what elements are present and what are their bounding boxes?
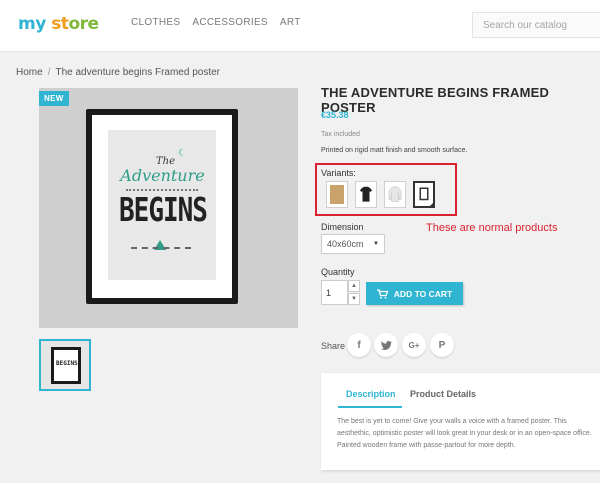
quantity-input[interactable] [321,280,348,305]
poster-stripes [131,247,191,249]
poster-text-begins: BEGINS [119,192,208,230]
quantity-increase-button[interactable]: ▲ [348,280,360,292]
short-description: Printed on rigid matt finish and smooth … [321,147,468,154]
tab-description[interactable]: Description [346,389,396,399]
description-text: The best is yet to come! Give your walls… [337,418,592,449]
variant-framed-poster[interactable] [413,181,435,208]
dimension-select[interactable]: 40x60cm ▼ [321,234,385,254]
pinterest-share-button[interactable]: P [430,333,454,357]
poster-divider [126,189,198,191]
framed-poster-variant-icon [419,187,429,201]
breadcrumb-current: The adventure begins Framed poster [55,67,221,78]
quantity-label: Quantity [321,267,355,277]
moon-icon: ☾ [178,148,187,159]
twitter-icon [380,340,392,350]
nav-clothes[interactable]: CLOTHES [131,17,180,28]
tab-product-details[interactable]: Product Details [410,389,476,399]
logo-part-1: my [18,14,46,34]
search-input[interactable] [472,12,600,38]
google-plus-icon: G+ [408,340,420,350]
store-logo[interactable]: my store [18,14,99,34]
breadcrumb-separator: / [47,67,51,78]
breadcrumb: Home / The adventure begins Framed poste… [16,67,220,78]
poster-text-adventure: Adventure [120,166,205,185]
logo-part-4: ore [68,14,99,34]
facebook-icon: f [357,339,361,351]
nav-accessories[interactable]: ACCESSORIES [192,17,268,28]
product-title: THE ADVENTURE BEGINS FRAMED POSTER [321,85,550,115]
logo-part-3: st [51,14,69,34]
pinterest-icon: P [438,339,446,351]
product-price: €35.38 [321,110,349,120]
tax-label: Tax included [321,131,360,138]
dimension-label: Dimension [321,222,364,232]
variant-sweater[interactable] [384,181,406,208]
active-tab-indicator [338,406,402,408]
sweater-variant-icon [388,186,402,202]
share-label: Share [321,341,346,351]
add-to-cart-label: ADD TO CART [393,288,453,299]
add-to-cart-button[interactable]: ADD TO CART [366,282,463,305]
main-nav: CLOTHES ACCESSORIES ART [131,17,301,28]
site-header: my store CLOTHES ACCESSORIES ART [0,0,600,52]
facebook-share-button[interactable]: f [347,333,371,357]
dimension-value: 40x60cm [327,239,364,249]
twitter-share-button[interactable] [374,333,398,357]
cart-icon [376,288,388,299]
breadcrumb-home[interactable]: Home [16,67,43,78]
thumbnail-text: BEGINS [56,360,78,367]
variant-poster[interactable] [326,181,348,208]
selected-variant-marker [428,201,435,208]
poster-variant-icon [330,185,344,204]
chevron-down-icon: ▼ [373,241,379,247]
quantity-decrease-button[interactable]: ▼ [348,293,360,305]
annotation-text: These are normal products [426,222,558,234]
google-plus-share-button[interactable]: G+ [402,333,426,357]
new-badge: NEW [39,91,69,106]
nav-art[interactable]: ART [280,17,301,28]
tshirt-variant-icon [359,186,373,202]
variant-tshirt[interactable] [355,181,377,208]
variants-label: Variants: [321,168,356,178]
